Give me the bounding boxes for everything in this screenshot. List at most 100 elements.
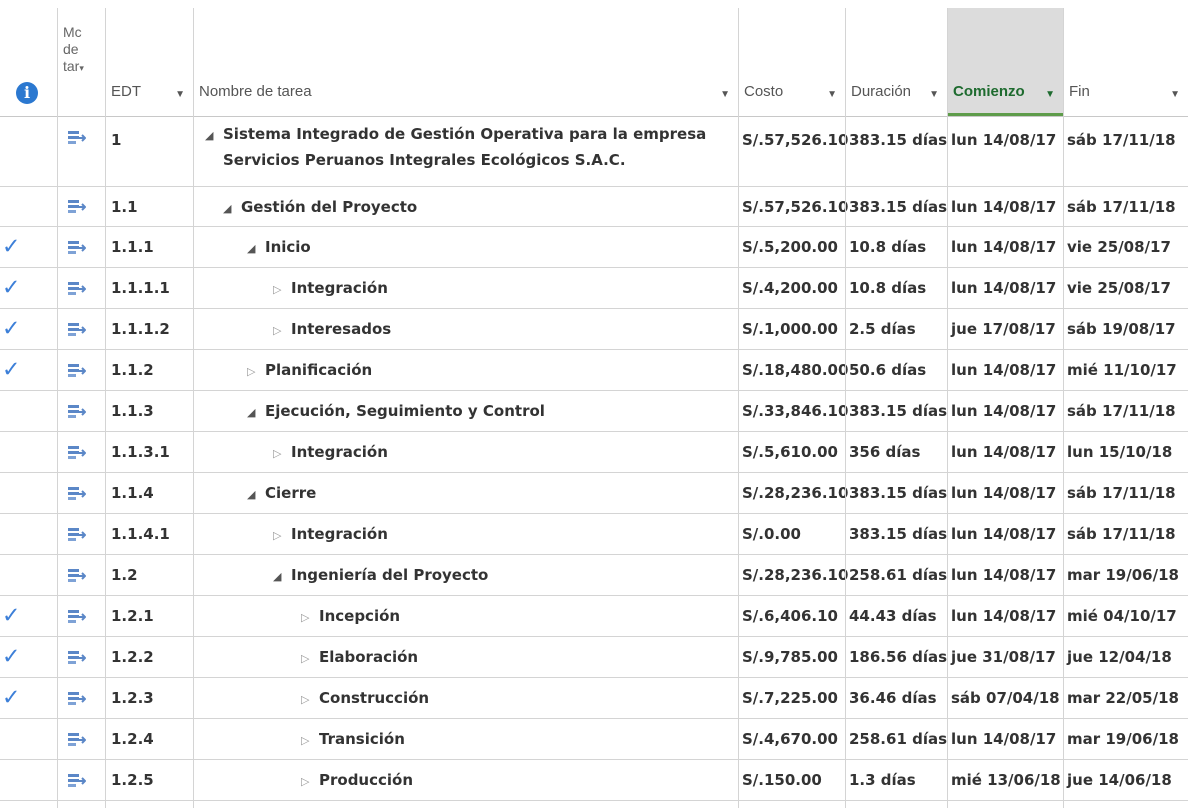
start-cell[interactable]: lun 14/08/17 — [947, 391, 1063, 431]
expand-triangle-icon[interactable]: ▷ — [301, 652, 319, 665]
task-name-cell[interactable]: ▷ Integración — [193, 268, 738, 308]
duration-cell[interactable]: 10.8 días — [845, 268, 947, 308]
cost-cell[interactable]: S/.57,526.10 — [738, 187, 848, 226]
finish-cell[interactable]: vie 25/08/17 — [1063, 268, 1188, 308]
task-name[interactable]: ▷ Incepción — [301, 603, 400, 629]
expand-triangle-icon[interactable]: ▷ — [301, 611, 319, 624]
expand-triangle-icon[interactable]: ▷ — [301, 693, 319, 706]
start-cell[interactable]: mié 13/06/18 — [947, 760, 1063, 800]
table-row[interactable]: 1.1 ◢ Gestión del Proyecto S/.57,526.10 383.… — [0, 187, 1188, 227]
task-name-cell[interactable]: ◢ Inicio — [193, 227, 738, 267]
duration-cell[interactable]: 258.61 días — [845, 555, 947, 595]
task-mode-cell[interactable] — [57, 596, 105, 636]
start-cell[interactable]: sáb 07/04/18 — [947, 678, 1063, 718]
task-name-cell[interactable]: ▷ Planificación — [193, 350, 738, 390]
finish-header[interactable]: Fin ▼ — [1063, 8, 1188, 116]
chevron-down-icon[interactable]: ▼ — [175, 89, 185, 100]
task-name[interactable]: ▷ Interesados — [273, 316, 391, 342]
cost-cell[interactable]: S/.57,526.10 — [738, 117, 848, 186]
task-name[interactable]: ◢ Ingeniería del Proyecto — [273, 562, 488, 588]
chevron-down-icon[interactable]: ▼ — [827, 89, 837, 100]
start-cell[interactable]: lun 14/08/17 — [947, 432, 1063, 472]
task-mode-cell[interactable] — [57, 391, 105, 431]
finish-cell[interactable]: mié 11/10/17 — [1063, 350, 1188, 390]
start-cell[interactable]: lun 14/08/17 — [947, 350, 1063, 390]
task-name[interactable]: ◢ Inicio — [247, 234, 311, 260]
task-name[interactable]: ◢ Sistema Integrado de Gestión Operativa … — [205, 121, 706, 173]
duration-cell[interactable]: 186.56 días — [845, 637, 947, 677]
task-name-cell[interactable]: ▷ Integración — [193, 514, 738, 554]
table-row[interactable]: ✓ 1.1.2 ▷ Planificación S/.18,480.00 50.6 día… — [0, 350, 1188, 391]
task-name[interactable]: ▷ Producción — [301, 767, 413, 793]
task-mode-cell[interactable] — [57, 473, 105, 513]
task-mode-cell[interactable] — [57, 268, 105, 308]
finish-cell[interactable]: mar 19/06/18 — [1063, 555, 1188, 595]
cost-cell[interactable]: S/.4,670.00 — [738, 719, 845, 759]
expand-triangle-icon[interactable]: ▷ — [247, 365, 265, 378]
task-name[interactable]: ▷ Planificación — [247, 357, 372, 383]
task-name[interactable]: ◢ Ejecución, Seguimiento y Control — [247, 398, 545, 424]
task-name[interactable]: ▷ Transición — [301, 726, 405, 752]
table-row[interactable]: ✓ 1.1.1 ◢ Inicio S/.5,200.00 10.8 días lun 14/… — [0, 227, 1188, 268]
finish-cell[interactable]: vie 25/08/17 — [1063, 227, 1188, 267]
finish-cell[interactable]: jue 12/04/18 — [1063, 637, 1188, 677]
collapse-triangle-icon[interactable]: ◢ — [247, 406, 265, 419]
start-cell[interactable]: lun 14/08/17 — [947, 187, 1063, 226]
cost-cell[interactable]: S/.5,200.00 — [738, 227, 845, 267]
duration-cell[interactable]: 383.15 días — [845, 473, 947, 513]
task-mode-cell[interactable] — [57, 555, 105, 595]
cost-cell[interactable]: S/.1,000.00 — [738, 309, 845, 349]
cost-header[interactable]: Costo ▼ — [738, 8, 845, 116]
start-cell[interactable]: lun 14/08/17 — [947, 514, 1063, 554]
task-mode-cell[interactable] — [57, 514, 105, 554]
expand-triangle-icon[interactable]: ▷ — [301, 775, 319, 788]
table-row[interactable]: 1.2.4 ▷ Transición S/.4,670.00 258.61 días lu… — [0, 719, 1188, 760]
cost-cell[interactable]: S/.4,200.00 — [738, 268, 845, 308]
table-row[interactable]: 1.1.4.1 ▷ Integración S/.0.00 383.15 días lun… — [0, 514, 1188, 555]
task-name[interactable]: ▷ Integración — [273, 521, 388, 547]
start-cell[interactable]: jue 17/08/17 — [947, 309, 1063, 349]
chevron-down-icon[interactable]: ▼ — [929, 89, 939, 100]
cost-cell[interactable]: S/.6,406.10 — [738, 596, 845, 636]
edt-cell[interactable]: 1.1.2 — [105, 350, 193, 390]
cost-cell[interactable]: S/.28,236.10 — [738, 555, 848, 595]
task-mode-cell[interactable] — [57, 432, 105, 472]
duration-cell[interactable]: 2.5 días — [845, 309, 947, 349]
duration-cell[interactable]: 383.15 días — [845, 391, 947, 431]
finish-cell[interactable]: sáb 17/11/18 — [1063, 391, 1188, 431]
task-name-cell[interactable]: ◢ Ejecución, Seguimiento y Control — [193, 391, 738, 431]
task-name-cell[interactable]: ▷ Interesados — [193, 309, 738, 349]
edt-cell[interactable]: 1 — [105, 117, 193, 186]
task-name[interactable]: ▷ Integración — [273, 439, 388, 465]
edt-cell[interactable]: 1.1.1.1 — [105, 268, 193, 308]
task-name-cell[interactable]: ◢ Cierre — [193, 473, 738, 513]
task-mode-cell[interactable] — [57, 719, 105, 759]
task-mode-header[interactable]: Mc de tar▾ — [57, 8, 105, 116]
duration-cell[interactable]: 10.8 días — [845, 227, 947, 267]
edt-cell[interactable]: 1.2.5 — [105, 760, 193, 800]
task-name-cell[interactable]: ◢ Ingeniería del Proyecto — [193, 555, 738, 595]
task-mode-cell[interactable] — [57, 760, 105, 800]
task-mode-cell[interactable] — [57, 117, 105, 186]
cost-cell[interactable]: S/.0.00 — [738, 514, 845, 554]
finish-cell[interactable]: sáb 19/08/17 — [1063, 309, 1188, 349]
task-name[interactable]: ▷ Construcción — [301, 685, 429, 711]
finish-cell[interactable]: sáb 17/11/18 — [1063, 117, 1188, 186]
collapse-triangle-icon[interactable]: ◢ — [273, 570, 291, 583]
edt-cell[interactable]: 1.2.4 — [105, 719, 193, 759]
task-name-cell[interactable]: ▷ Integración — [193, 432, 738, 472]
start-cell[interactable]: lun 14/08/17 — [947, 227, 1063, 267]
duration-header[interactable]: Duración ▼ — [845, 8, 947, 116]
edt-cell[interactable]: 1.1.3.1 — [105, 432, 193, 472]
table-row[interactable]: 1.2 ◢ Ingeniería del Proyecto S/.28,236.10 2… — [0, 555, 1188, 596]
start-cell[interactable]: lun 14/08/17 — [947, 473, 1063, 513]
expand-triangle-icon[interactable]: ▷ — [273, 447, 291, 460]
task-name-cell[interactable]: ▷ Construcción — [193, 678, 738, 718]
task-mode-cell[interactable] — [57, 187, 105, 226]
task-name-header[interactable]: Nombre de tarea ▼ — [193, 8, 738, 116]
duration-cell[interactable]: 383.15 días — [845, 117, 947, 186]
task-name[interactable]: ▷ Integración — [273, 275, 388, 301]
edt-cell[interactable]: 1.1.1.2 — [105, 309, 193, 349]
table-row[interactable]: ✓ 1.1.1.2 ▷ Interesados S/.1,000.00 2.5 días j… — [0, 309, 1188, 350]
task-mode-cell[interactable] — [57, 227, 105, 267]
